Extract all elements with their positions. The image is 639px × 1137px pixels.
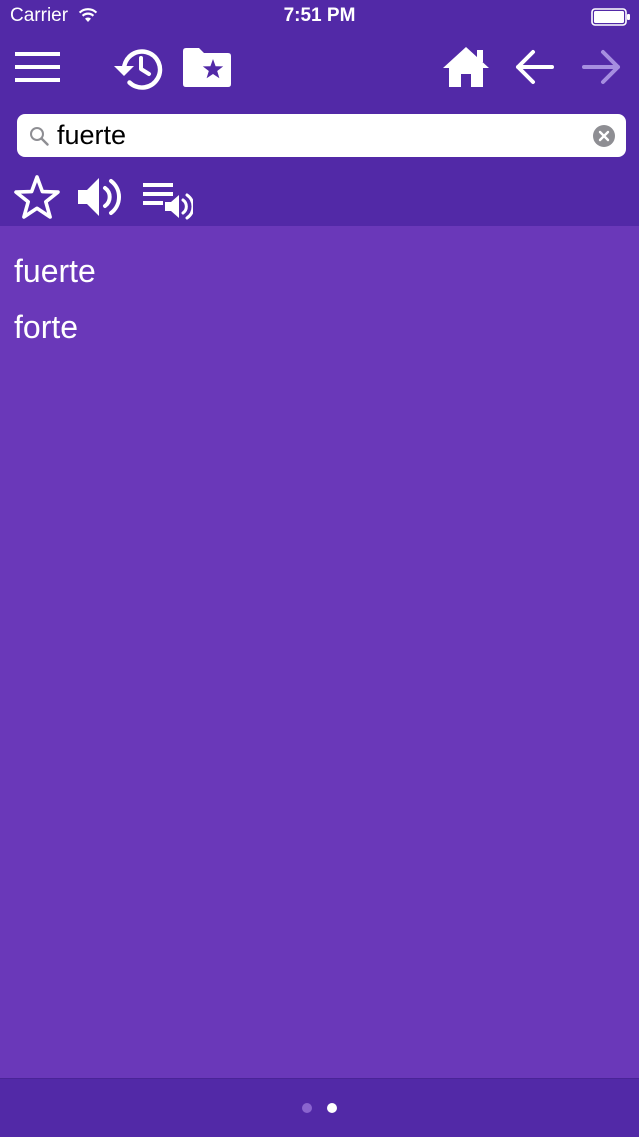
battery-icon — [591, 8, 631, 26]
search-bar — [17, 114, 626, 157]
page-dot-1[interactable] — [302, 1103, 312, 1113]
top-bar: Carrier 7:51 PM — [0, 0, 639, 226]
favorites-folder-icon[interactable] — [183, 47, 231, 87]
clock: 7:51 PM — [283, 5, 356, 26]
status-bar: Carrier 7:51 PM — [0, 0, 639, 32]
playlist-audio-icon[interactable] — [141, 180, 193, 220]
source-word: fuerte — [14, 253, 96, 289]
speaker-icon[interactable] — [77, 175, 125, 219]
history-icon[interactable] — [112, 46, 164, 90]
back-arrow-icon[interactable] — [514, 49, 554, 85]
clear-search-icon[interactable] — [593, 125, 615, 147]
star-icon[interactable] — [14, 175, 60, 219]
page-dot-2-active[interactable] — [327, 1103, 337, 1113]
page-indicator-bar — [0, 1078, 639, 1137]
translated-word[interactable]: forte — [14, 309, 78, 345]
search-icon — [29, 126, 49, 146]
search-input[interactable] — [57, 118, 577, 153]
forward-arrow-icon[interactable] — [582, 49, 622, 85]
menu-icon[interactable] — [15, 52, 60, 82]
translation-content: fuerte forte — [0, 226, 639, 1078]
home-icon[interactable] — [442, 46, 490, 88]
